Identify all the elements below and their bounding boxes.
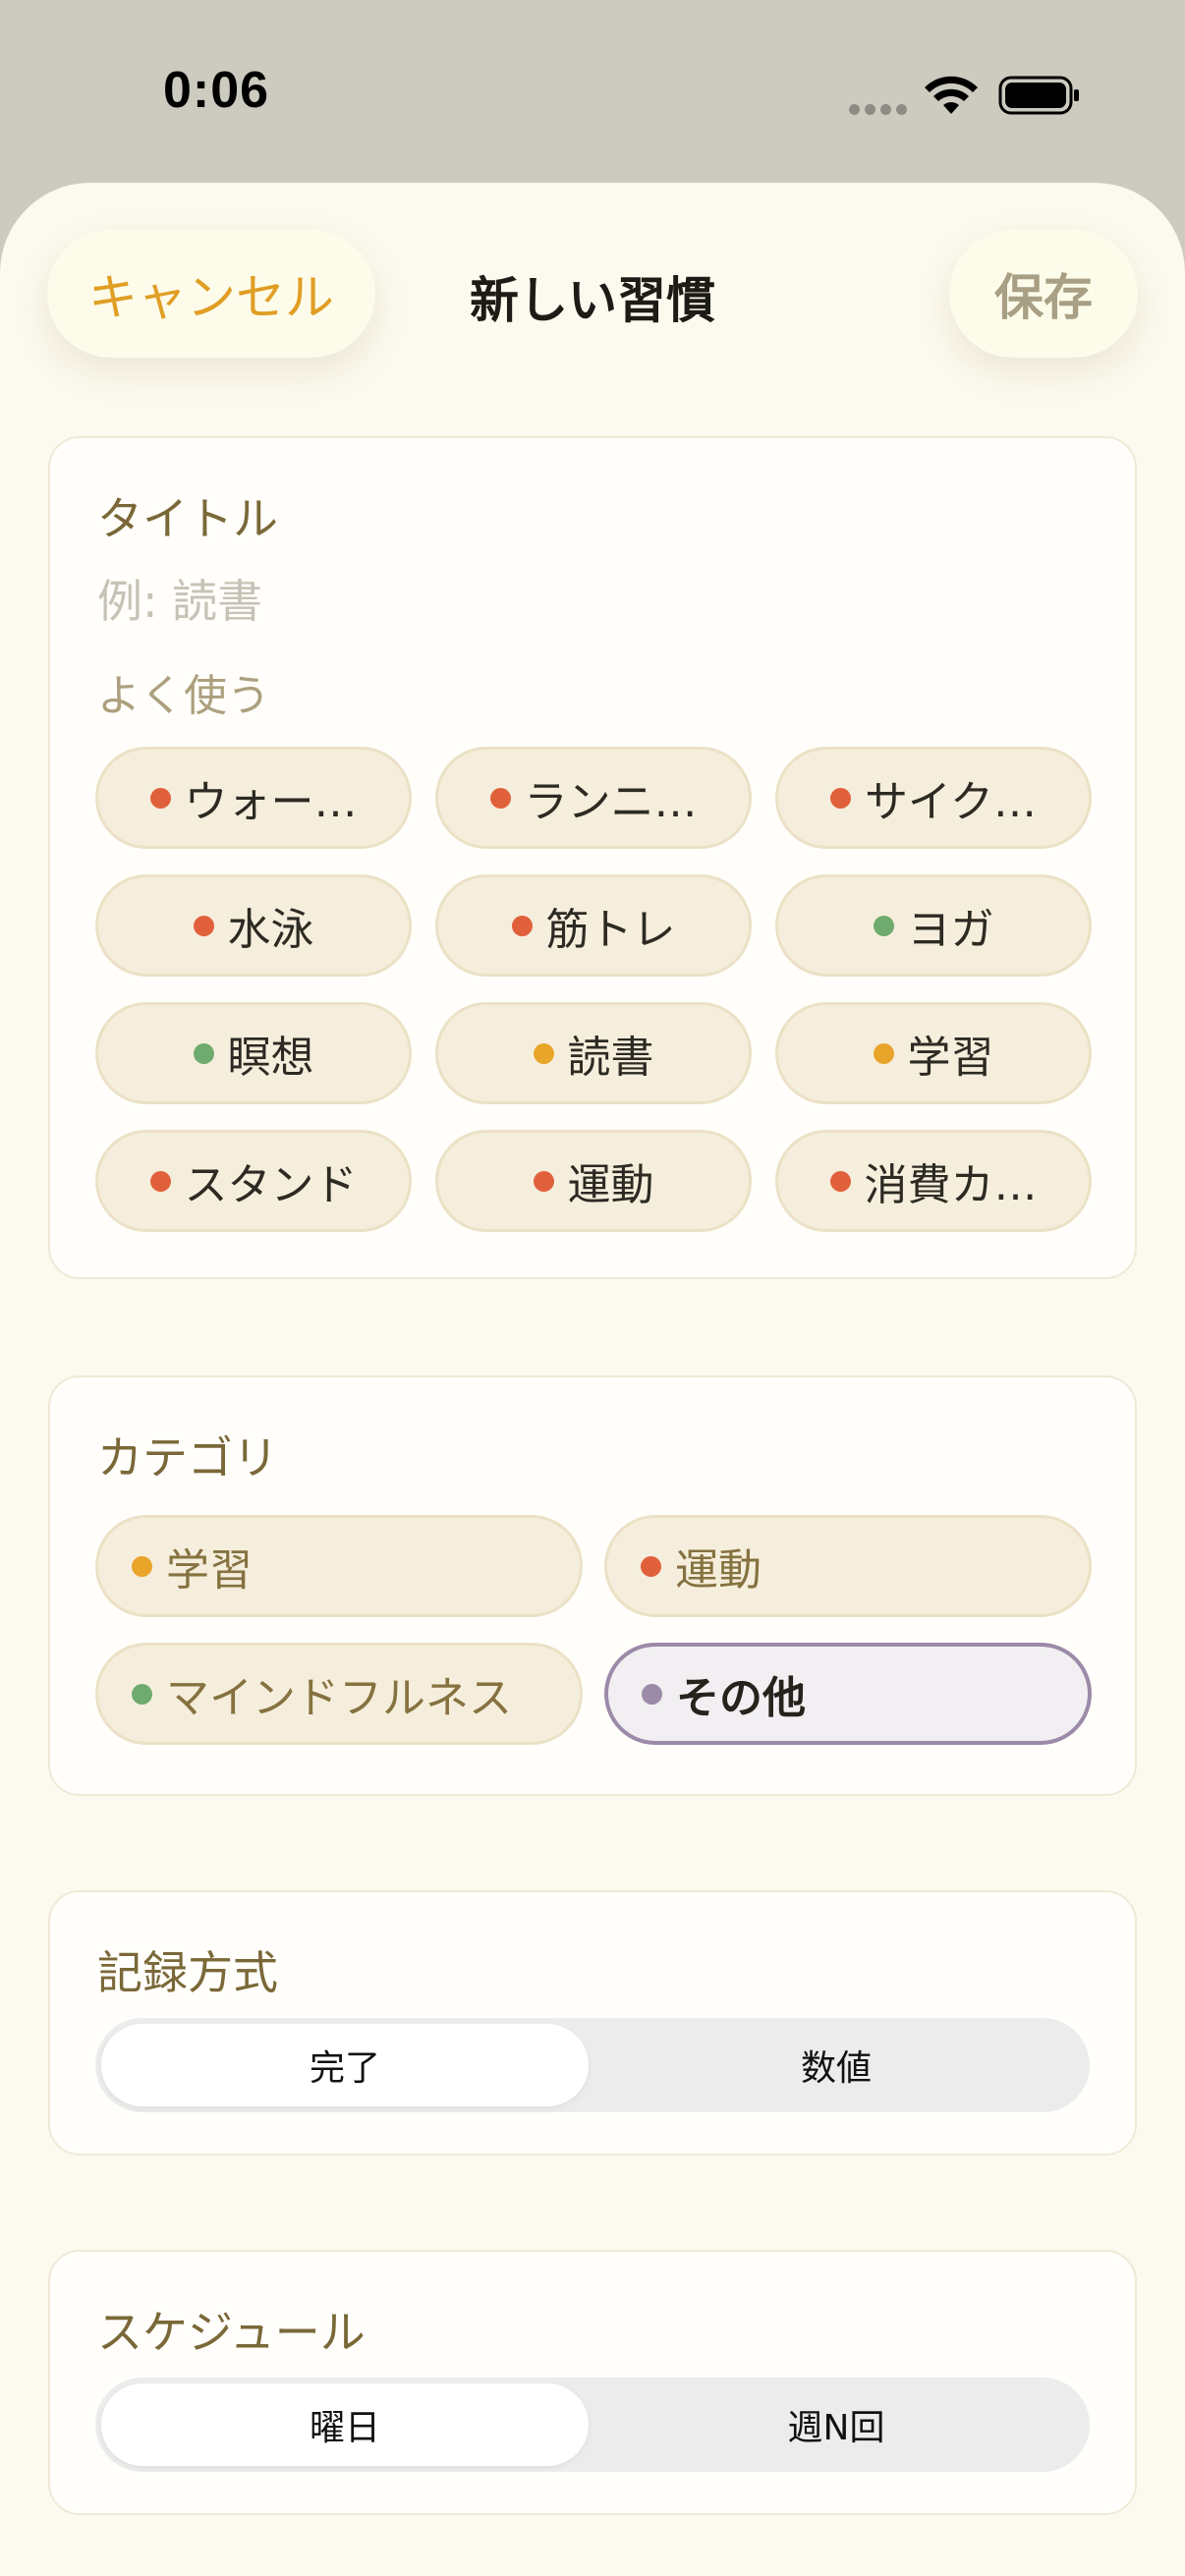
battery-icon [998,76,1079,115]
record-type-numeric[interactable]: 数値 [592,2024,1080,2106]
title-input[interactable]: 例: 読書 [97,566,262,631]
category-dot [132,1555,152,1577]
category-dot [149,787,171,809]
category-option-exercise[interactable]: 運動 [604,1515,1092,1617]
schedule-times-per-week[interactable]: 週N回 [592,2383,1080,2466]
frequent-chip-walking[interactable]: ウォー… [95,747,412,849]
category-option-mindfulness[interactable]: マインドフルネス [95,1643,583,1745]
category-dot [132,1683,152,1705]
record-type-card: 記録方式 完了 数値 [48,1890,1137,2156]
cellular-signal-icon [849,104,907,115]
frequent-chip-running[interactable]: ランニ… [435,747,752,849]
status-bar: 0:06 [0,0,1185,182]
record-type-segmented-control: 完了 数値 [95,2018,1090,2112]
page-title: 新しい習慣 [470,272,715,329]
category-dot [533,1042,554,1064]
frequent-chip-meditation[interactable]: 瞑想 [95,1002,412,1104]
category-card: カテゴリ 学習 運動 マインドフルネス その他 [48,1375,1137,1796]
category-dot [641,1555,661,1577]
frequent-chip-reading[interactable]: 読書 [435,1002,752,1104]
frequent-chip-cycling[interactable]: サイク… [775,747,1092,849]
title-card: タイトル 例: 読書 よく使う ウォー… ランニ… サイク… 水泳 筋トレ ヨガ… [48,436,1137,1279]
category-dot [533,1170,554,1192]
category-dot [873,915,894,936]
new-habit-sheet: キャンセル 新しい習慣 保存 タイトル 例: 読書 よく使う ウォー… ランニ…… [0,183,1185,2576]
frequent-chip-stand[interactable]: スタンド [95,1130,412,1232]
schedule-card: スケジュール 曜日 週N回 [48,2250,1137,2515]
schedule-weekday[interactable]: 曜日 [101,2383,589,2466]
record-type-label: 記録方式 [97,1946,278,1999]
category-option-other[interactable]: その他 [604,1643,1092,1745]
frequent-chip-strength[interactable]: 筋トレ [435,874,752,977]
save-button[interactable]: 保存 [949,230,1138,358]
schedule-segmented-control: 曜日 週N回 [95,2378,1090,2472]
frequent-chip-calories[interactable]: 消費カ… [775,1130,1092,1232]
category-dot [873,1042,894,1064]
category-dot [193,1042,214,1064]
category-dot [193,915,214,936]
cancel-button[interactable]: キャンセル [47,230,375,358]
category-dot [149,1170,171,1192]
category-dot [829,1170,851,1192]
category-label: カテゴリ [97,1431,278,1484]
title-label: タイトル [97,492,278,545]
schedule-label: スケジュール [97,2306,366,2359]
category-dot [489,787,511,809]
status-time: 0:06 [163,62,270,119]
frequent-chip-swimming[interactable]: 水泳 [95,874,412,977]
record-type-complete[interactable]: 完了 [101,2024,589,2106]
category-option-study[interactable]: 学習 [95,1515,583,1617]
frequent-label: よく使う [97,671,270,721]
category-dot [642,1683,662,1705]
category-dot [829,787,851,809]
frequent-chip-yoga[interactable]: ヨガ [775,874,1092,977]
wifi-icon [925,76,978,114]
category-dot [511,915,533,936]
frequent-chip-exercise[interactable]: 運動 [435,1130,752,1232]
frequent-chip-study[interactable]: 学習 [775,1002,1092,1104]
